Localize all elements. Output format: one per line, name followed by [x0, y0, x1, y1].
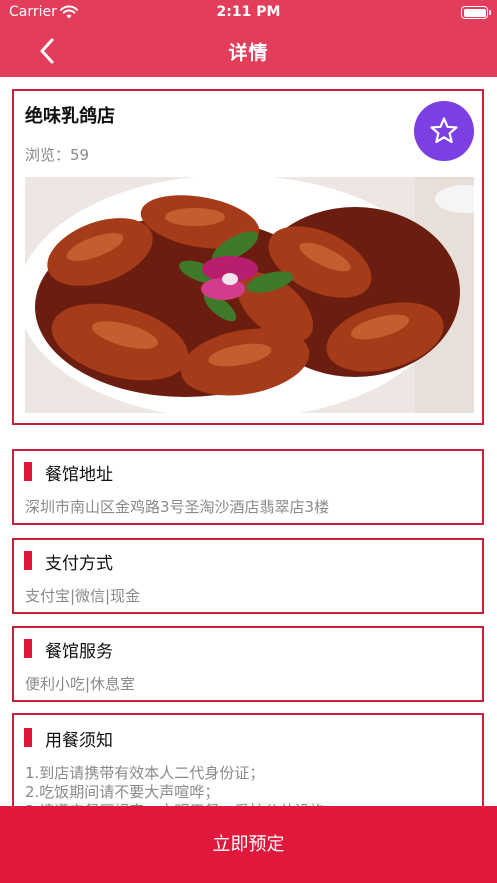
- section-title: 餐馆服务: [45, 642, 113, 662]
- status-time: 2:11 PM: [216, 4, 281, 20]
- address-value: 深圳市南山区金鸡路3号圣淘沙酒店翡翠店3楼: [25, 498, 330, 516]
- payment-section: 支付方式 支付宝|微信|现金: [12, 538, 484, 614]
- view-count: 浏览：59: [25, 144, 89, 165]
- section-title: 支付方式: [45, 554, 113, 574]
- detail-page: Carrier 2:11 PM 详情 绝味乳鸽店 浏览：59 餐馆地址 深圳市南…: [0, 0, 497, 883]
- star-outline-icon: [430, 117, 458, 144]
- section-accent-bar: [24, 551, 32, 570]
- section-accent-bar: [24, 728, 32, 747]
- section-accent-bar: [24, 639, 32, 658]
- service-value: 便利小吃|休息室: [25, 675, 136, 693]
- shop-header-card: 绝味乳鸽店 浏览：59: [12, 89, 484, 425]
- roast-pigeon-dish-photo: [25, 177, 474, 413]
- views-label: 浏览：: [25, 146, 71, 164]
- navigation-bar: Carrier 2:11 PM 详情: [0, 0, 497, 77]
- section-accent-bar: [24, 462, 32, 481]
- payment-value: 支付宝|微信|现金: [25, 587, 141, 605]
- service-section: 餐馆服务 便利小吃|休息室: [12, 626, 484, 702]
- section-title: 用餐须知: [45, 731, 113, 751]
- views-count: 59: [70, 146, 90, 164]
- page-title: 详情: [228, 42, 269, 64]
- book-now-button[interactable]: 立即预定: [0, 806, 497, 883]
- status-bar: Carrier 2:11 PM: [0, 0, 497, 26]
- section-title: 餐馆地址: [45, 465, 113, 485]
- favorite-button[interactable]: [414, 101, 474, 161]
- battery-icon: [461, 6, 491, 19]
- notice-line: 2.吃饭期间请不要大声喧哗；: [25, 783, 220, 801]
- address-section: 餐馆地址 深圳市南山区金鸡路3号圣淘沙酒店翡翠店3楼: [12, 449, 484, 525]
- shop-name: 绝味乳鸽店: [25, 106, 115, 127]
- notice-line: 1.到店请携带有效本人二代身份证；: [25, 764, 265, 782]
